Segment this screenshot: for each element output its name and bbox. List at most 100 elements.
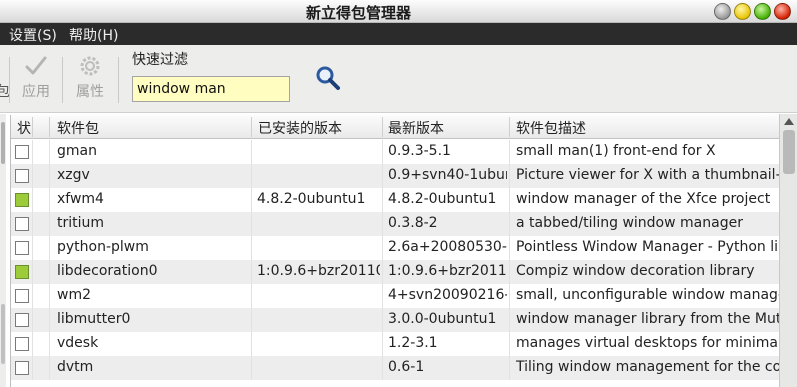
description-cell: small man(1) front-end for X: [516, 143, 716, 159]
menu-help[interactable]: 帮助(H): [69, 25, 118, 45]
column-separator: [49, 308, 50, 332]
latest-version-cell: 0.3.8-2: [388, 215, 438, 231]
title-bar: 新立得包管理器: [0, 0, 797, 23]
gear-icon: [80, 56, 100, 76]
column-separator: [509, 308, 510, 332]
column-header-latest-version[interactable]: 最新版本: [388, 118, 444, 138]
column-separator: [251, 140, 252, 164]
column-header-installed-version[interactable]: 已安装的版本: [258, 118, 342, 138]
table-row[interactable]: wm2 4+svn20090216-2 small, unconfigurable …: [11, 284, 779, 308]
package-checkbox[interactable]: [15, 145, 29, 159]
column-separator: [49, 260, 50, 284]
package-checkbox[interactable]: [15, 313, 29, 327]
package-name-cell: tritium: [57, 215, 105, 231]
toolbar: 包 应用 属性 快速过滤: [0, 45, 797, 113]
apply-button[interactable]: 应用: [14, 53, 58, 109]
window-menu-button[interactable]: [714, 3, 731, 20]
minimize-button[interactable]: [734, 3, 751, 20]
header-separator: [382, 117, 383, 137]
column-separator: [251, 236, 252, 260]
latest-version-cell: 0.9+svn40-1ubuntu: [388, 167, 507, 183]
apply-label: 应用: [22, 84, 50, 100]
column-separator: [509, 332, 510, 356]
installed-version-cell: 1:0.9.6+bzr2011092: [257, 263, 380, 279]
column-separator: [32, 260, 33, 284]
column-separator: [251, 356, 252, 380]
column-separator: [509, 212, 510, 236]
package-name-cell: libmutter0: [57, 311, 131, 327]
latest-version-cell: 1:0.9.6+bzr2011092: [388, 263, 507, 279]
description-cell: manages virtual desktops for minimal w: [516, 335, 779, 351]
package-checkbox[interactable]: [15, 217, 29, 231]
latest-version-cell: 0.6-1: [388, 359, 425, 375]
table-row[interactable]: xfwm4 4.8.2-0ubuntu1 4.8.2-0ubuntu1 window …: [11, 188, 779, 212]
close-button[interactable]: [774, 3, 791, 20]
header-separator: [251, 117, 252, 137]
package-checkbox[interactable]: [15, 337, 29, 351]
column-separator: [382, 140, 383, 164]
package-name-cell: libdecoration0: [57, 263, 158, 279]
column-separator: [49, 212, 50, 236]
search-icon[interactable]: [314, 64, 342, 92]
column-separator: [509, 188, 510, 212]
package-name-cell: xfwm4: [57, 191, 104, 207]
table-row[interactable]: dvtm 0.6-1 Tiling window management for th…: [11, 356, 779, 380]
toolbar-separator: [62, 57, 63, 103]
table-row[interactable]: vdesk 1.2-3.1 manages virtual desktops for…: [11, 332, 779, 356]
package-checkbox[interactable]: [15, 241, 29, 255]
table-row[interactable]: libmutter0 3.0.0-0ubuntu1 window manager l…: [11, 308, 779, 332]
scroll-up-arrow-icon[interactable]: [784, 118, 794, 125]
latest-version-cell: 4.8.2-0ubuntu1: [388, 191, 497, 207]
column-separator: [32, 188, 33, 212]
table-row[interactable]: gman 0.9.3-5.1 small man(1) front-end for …: [11, 140, 779, 164]
package-name-cell: dvtm: [57, 359, 94, 375]
maximize-button[interactable]: [754, 3, 771, 20]
latest-version-cell: 4+svn20090216-2: [388, 287, 507, 303]
column-separator: [32, 236, 33, 260]
description-cell: Tiling window management for the cons: [516, 359, 779, 375]
package-checkbox[interactable]: [15, 265, 29, 279]
column-header-status[interactable]: 状: [17, 118, 31, 138]
package-checkbox[interactable]: [15, 169, 29, 183]
quick-filter-input[interactable]: [132, 76, 290, 102]
scrollbar-thumb[interactable]: [783, 130, 795, 174]
package-checkbox[interactable]: [15, 193, 29, 207]
column-header-description[interactable]: 软件包描述: [516, 118, 586, 138]
window-title: 新立得包管理器: [305, 4, 411, 22]
column-separator: [251, 212, 252, 236]
header-separator: [32, 117, 33, 137]
column-separator: [509, 356, 510, 380]
description-cell: Compiz window decoration library: [516, 263, 755, 279]
latest-version-cell: 2.6a+20080530-1.1: [388, 239, 507, 255]
table-row[interactable]: libdecoration0 1:0.9.6+bzr2011092 1:0.9.6+…: [11, 260, 779, 284]
column-separator: [49, 140, 50, 164]
latest-version-cell: 1.2-3.1: [388, 335, 438, 351]
vertical-scrollbar[interactable]: [779, 114, 797, 387]
column-separator: [49, 236, 50, 260]
column-separator: [251, 260, 252, 284]
pane-scroll-mark: [1, 304, 5, 364]
column-separator: [509, 260, 510, 284]
latest-version-cell: 3.0.0-0ubuntu1: [388, 311, 497, 327]
menu-settings[interactable]: 设置(S): [9, 25, 57, 45]
column-header-package[interactable]: 软件包: [57, 118, 99, 138]
column-separator: [382, 188, 383, 212]
header-separator: [49, 117, 50, 137]
pane-scroll-mark: [1, 122, 5, 164]
column-separator: [32, 356, 33, 380]
quick-filter-label: 快速过滤: [132, 52, 188, 68]
table-row[interactable]: xzgv 0.9+svn40-1ubuntu Picture viewer for …: [11, 164, 779, 188]
package-checkbox[interactable]: [15, 289, 29, 303]
table-row[interactable]: python-plwm 2.6a+20080530-1.1 Pointless Wi…: [11, 236, 779, 260]
column-separator: [509, 236, 510, 260]
column-separator: [382, 260, 383, 284]
toolbar-separator: [9, 57, 10, 103]
latest-version-cell: 0.9.3-5.1: [388, 143, 451, 159]
package-name-cell: vdesk: [57, 335, 99, 351]
menu-bar: 设置(S) 帮助(H): [0, 23, 797, 45]
column-separator: [251, 284, 252, 308]
table-row[interactable]: tritium 0.3.8-2 a tabbed/tiling window man…: [11, 212, 779, 236]
properties-button[interactable]: 属性: [68, 53, 112, 109]
package-checkbox[interactable]: [15, 361, 29, 375]
column-separator: [382, 332, 383, 356]
